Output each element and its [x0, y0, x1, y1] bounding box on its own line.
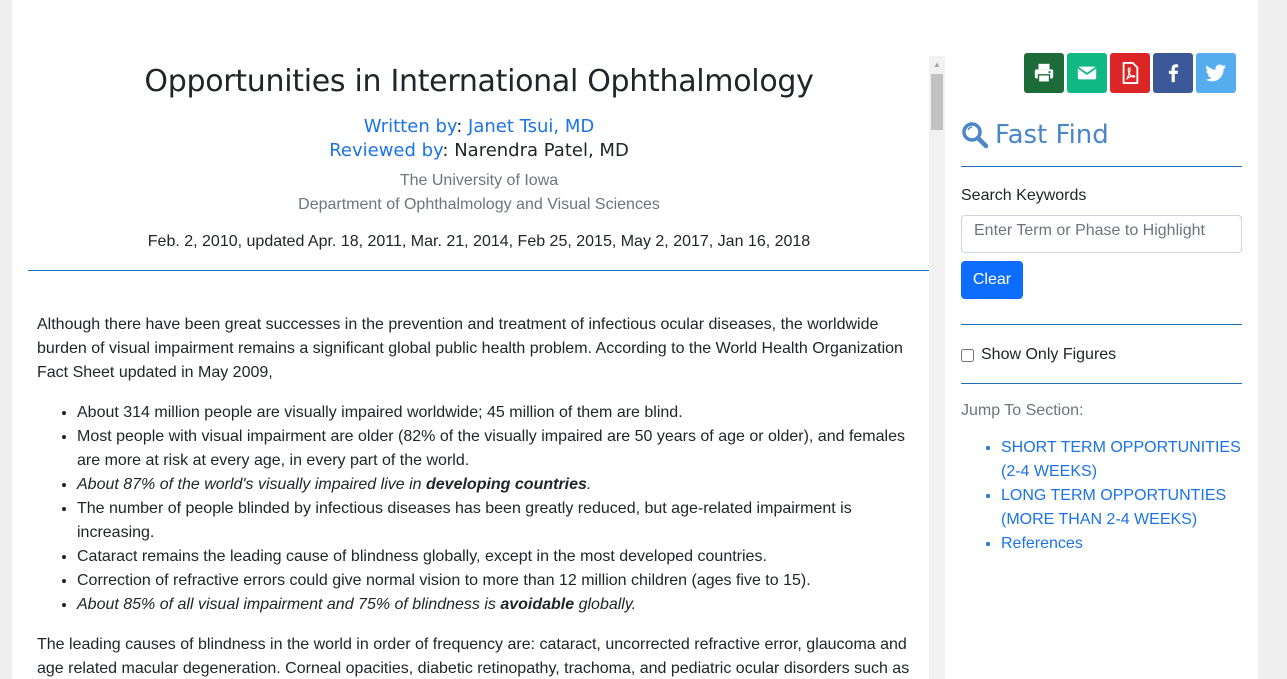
list-item: Most people with visual impairment are o…: [77, 425, 930, 473]
share-toolbar: [1024, 53, 1236, 93]
header-divider: [28, 270, 930, 271]
page: Opportunities in International Ophthalmo…: [12, 0, 1258, 679]
written-by-line: Written by: Janet Tsui, MD: [363, 116, 595, 137]
institution: The University of Iowa Department of Oph…: [28, 169, 930, 217]
email-button[interactable]: [1067, 53, 1107, 93]
facebook-icon: [1168, 64, 1179, 83]
scrollbar-thumb[interactable]: [931, 74, 943, 130]
magnifier-icon: [962, 122, 989, 149]
scroll-up-arrow[interactable]: ▲: [929, 58, 945, 72]
list-item: The number of people blinded by infectio…: [77, 497, 930, 545]
facebook-button[interactable]: [1153, 53, 1193, 93]
fast-find-title: Fast Find: [995, 120, 1109, 150]
print-icon: [1034, 63, 1054, 83]
author-link[interactable]: Janet Tsui, MD: [468, 116, 594, 137]
institution-university: The University of Iowa: [399, 172, 559, 189]
intro-paragraph: Although there have been great successes…: [37, 316, 903, 381]
reviewed-by-line: Reviewed by: Narendra Patel, MD: [329, 140, 629, 161]
list-item: About 314 million people are visually im…: [77, 401, 930, 425]
show-only-figures-option[interactable]: Show Only Figures: [961, 343, 1242, 367]
article: Opportunities in International Ophthalmo…: [28, 56, 930, 679]
sidebar-divider: [961, 383, 1242, 384]
pdf-button[interactable]: [1110, 53, 1150, 93]
email-icon: [1077, 66, 1097, 80]
section-link-references[interactable]: References: [1001, 535, 1083, 552]
twitter-icon: [1205, 64, 1227, 82]
facts-list: About 314 million people are visually im…: [28, 401, 930, 617]
byline: Written by: Janet Tsui, MD Reviewed by: …: [28, 115, 930, 163]
section-link-long-term[interactable]: LONG TERM OPPORTUNTIES (MORE THAN 2-4 WE…: [1001, 487, 1226, 528]
clear-button[interactable]: Clear: [961, 261, 1023, 299]
list-item: SHORT TERM OPPORTUNITIES (2-4 WEEKS): [1001, 436, 1242, 484]
sidebar: Fast Find Search Keywords Clear Show Onl…: [961, 112, 1242, 556]
fast-find-header: Fast Find: [961, 112, 1242, 158]
search-input[interactable]: [961, 215, 1242, 253]
show-only-figures-checkbox[interactable]: [961, 348, 974, 362]
list-item: About 85% of all visual impairment and 7…: [77, 593, 930, 617]
list-item: LONG TERM OPPORTUNTIES (MORE THAN 2-4 WE…: [1001, 484, 1242, 532]
written-by-label[interactable]: Written by: [364, 116, 456, 137]
list-item: About 87% of the world's visually impair…: [77, 473, 930, 497]
institution-department: Department of Ophthalmology and Visual S…: [298, 196, 660, 213]
scrollbar[interactable]: ▲: [929, 56, 945, 679]
causes-paragraph: The leading causes of blindness in the w…: [37, 636, 910, 677]
show-only-figures-label: Show Only Figures: [981, 346, 1117, 363]
article-dates: Feb. 2, 2010, updated Apr. 18, 2011, Mar…: [147, 233, 811, 250]
pdf-icon: [1122, 62, 1139, 84]
sidebar-divider: [961, 166, 1242, 167]
list-item: Cataract remains the leading cause of bl…: [77, 545, 930, 569]
reviewer-name: Narendra Patel, MD: [454, 140, 629, 161]
sidebar-divider: [961, 324, 1242, 325]
emphasis-developing-countries: developing countries: [426, 476, 587, 493]
list-item: Correction of refractive errors could gi…: [77, 569, 930, 593]
jump-to-section-label: Jump To Section:: [961, 402, 1084, 419]
section-links: SHORT TERM OPPORTUNITIES (2-4 WEEKS) LON…: [961, 436, 1242, 556]
emphasis-avoidable: avoidable: [500, 596, 575, 613]
search-keywords-label: Search Keywords: [961, 187, 1087, 204]
list-item: References: [1001, 532, 1242, 556]
reviewed-by-label[interactable]: Reviewed by: [329, 140, 442, 161]
page-title: Opportunities in International Ophthalmo…: [144, 64, 814, 99]
print-button[interactable]: [1024, 53, 1064, 93]
twitter-button[interactable]: [1196, 53, 1236, 93]
section-link-short-term[interactable]: SHORT TERM OPPORTUNITIES (2-4 WEEKS): [1001, 439, 1241, 480]
